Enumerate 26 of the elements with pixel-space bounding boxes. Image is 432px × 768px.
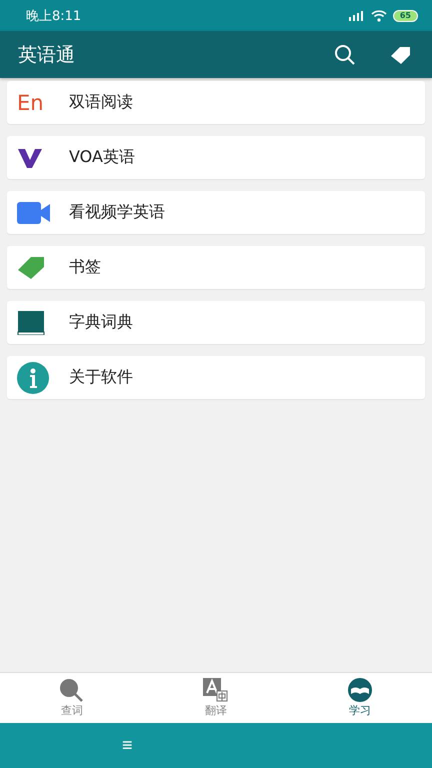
nav-tab[interactable]: 翻译: [144, 673, 288, 723]
menu-button[interactable]: ≡: [118, 733, 137, 758]
nav-tab[interactable]: 查词: [0, 673, 144, 723]
menu-item[interactable]: 书签: [7, 246, 425, 289]
menu-item[interactable]: En 双语阅读: [7, 81, 425, 124]
wifi-icon: [370, 10, 387, 22]
app-title: 英语通: [18, 42, 76, 68]
tag-icon: [17, 256, 45, 280]
menu-item[interactable]: 字典词典: [7, 301, 425, 344]
v-logo-icon: [17, 146, 43, 168]
en-icon: En: [17, 90, 44, 114]
battery-icon: 65: [392, 10, 418, 22]
book-icon: [17, 310, 45, 334]
menu-item[interactable]: 看视频学英语: [7, 191, 425, 234]
menu-item[interactable]: VOA英语: [7, 136, 425, 179]
search-icon: [334, 44, 356, 66]
nav-tab[interactable]: 学习: [288, 673, 432, 723]
open-book-icon: [347, 678, 373, 702]
magnifier-icon: [59, 678, 85, 702]
menu-item[interactable]: 关于软件: [7, 356, 425, 399]
tag-icon: [390, 46, 412, 64]
info-icon: [17, 362, 49, 394]
video-camera-icon: [17, 202, 51, 224]
translate-icon: [203, 678, 229, 702]
signal-icon: [348, 10, 365, 20]
status-time: 晚上8:11: [26, 8, 82, 24]
